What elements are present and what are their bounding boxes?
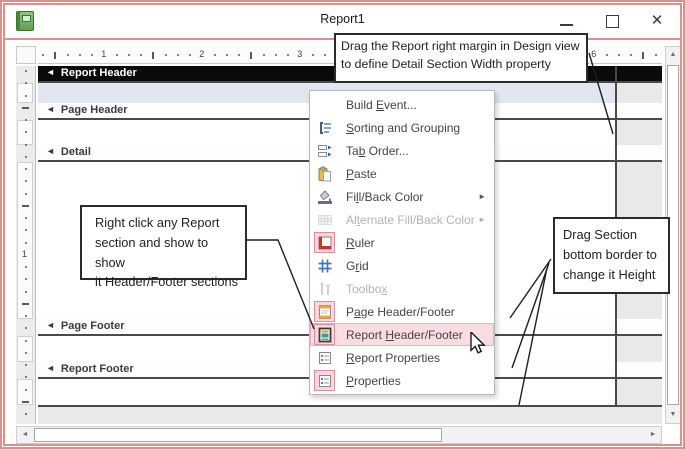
menu-item-sorting-and-grouping[interactable]: Sorting and Grouping — [310, 116, 494, 139]
menu-item-fill-back-color[interactable]: Fill/Back Color ► — [310, 185, 494, 208]
no-icon — [315, 95, 334, 114]
scroll-down-icon[interactable]: ▼ — [665, 407, 681, 423]
vertical-ruler[interactable]: 1 — [16, 66, 36, 424]
maximize-button[interactable] — [597, 8, 627, 34]
section-arrow-icon: ◄ — [46, 104, 55, 114]
menu-item-ruler[interactable]: Ruler — [310, 231, 494, 254]
menu-item-properties[interactable]: Properties — [310, 369, 494, 392]
section-arrow-icon: ◄ — [46, 146, 55, 156]
menu-item-paste[interactable]: Paste — [310, 162, 494, 185]
scroll-up-icon[interactable]: ▲ — [665, 47, 681, 63]
ruler-corner-box[interactable] — [16, 46, 36, 64]
report-bottom-border-line[interactable] — [38, 405, 662, 407]
minimize-button[interactable] — [552, 8, 582, 34]
access-report-design-window: Report1 ✕ 1236 1 ◄ Report Header ◄ Page He… — [0, 0, 685, 449]
ruler-icon — [315, 233, 334, 252]
horizontal-scrollbar[interactable]: ◄ ► — [16, 426, 662, 444]
submenu-arrow-icon: ► — [478, 215, 486, 224]
grid-icon — [315, 256, 334, 275]
page-header-footer-icon — [315, 302, 334, 321]
report-properties-icon — [315, 348, 334, 367]
report-header-footer-icon — [315, 325, 334, 344]
sorting-grouping-icon — [315, 118, 334, 137]
section-context-menu: Build Event... Sorting and Grouping Tab … — [309, 90, 495, 395]
callout-right-click-section: Right click any Report section and show t… — [80, 205, 247, 289]
callout-drag-right-margin: Drag the Report right margin in Design v… — [334, 33, 588, 83]
tab-order-icon — [315, 141, 334, 160]
cursor-pointer-icon — [470, 332, 486, 354]
section-arrow-icon: ◄ — [46, 320, 55, 330]
paste-icon — [315, 164, 334, 183]
close-button[interactable]: ✕ — [642, 8, 672, 34]
vruler-segment — [17, 83, 33, 103]
menu-item-tab-order[interactable]: Tab Order... — [310, 139, 494, 162]
vruler-segment — [17, 162, 33, 319]
menu-item-toolbox[interactable]: Toolbox — [310, 277, 494, 300]
section-arrow-icon: ◄ — [46, 67, 55, 77]
alternate-fill-back-color-icon — [315, 210, 334, 229]
menu-item-grid[interactable]: Grid — [310, 254, 494, 277]
scroll-right-icon[interactable]: ► — [645, 427, 661, 443]
callout-drag-section-border: Drag Section bottom border to change it He… — [553, 217, 670, 294]
fill-back-color-icon — [315, 187, 334, 206]
menu-item-alternate-fill-back-color[interactable]: Alternate Fill/Back Color ► — [310, 208, 494, 231]
menu-item-report-properties[interactable]: Report Properties — [310, 346, 494, 369]
menu-item-build-event[interactable]: Build Event... — [310, 93, 494, 116]
horizontal-scroll-thumb[interactable] — [34, 428, 442, 442]
section-arrow-icon: ◄ — [46, 363, 55, 373]
submenu-arrow-icon: ► — [478, 192, 486, 201]
menu-item-report-header-footer[interactable]: Report Header/Footer — [310, 323, 494, 346]
properties-icon — [315, 371, 334, 390]
menu-item-page-header-footer[interactable]: Page Header/Footer — [310, 300, 494, 323]
scroll-left-icon[interactable]: ◄ — [17, 427, 33, 443]
toolbox-icon — [315, 279, 334, 298]
